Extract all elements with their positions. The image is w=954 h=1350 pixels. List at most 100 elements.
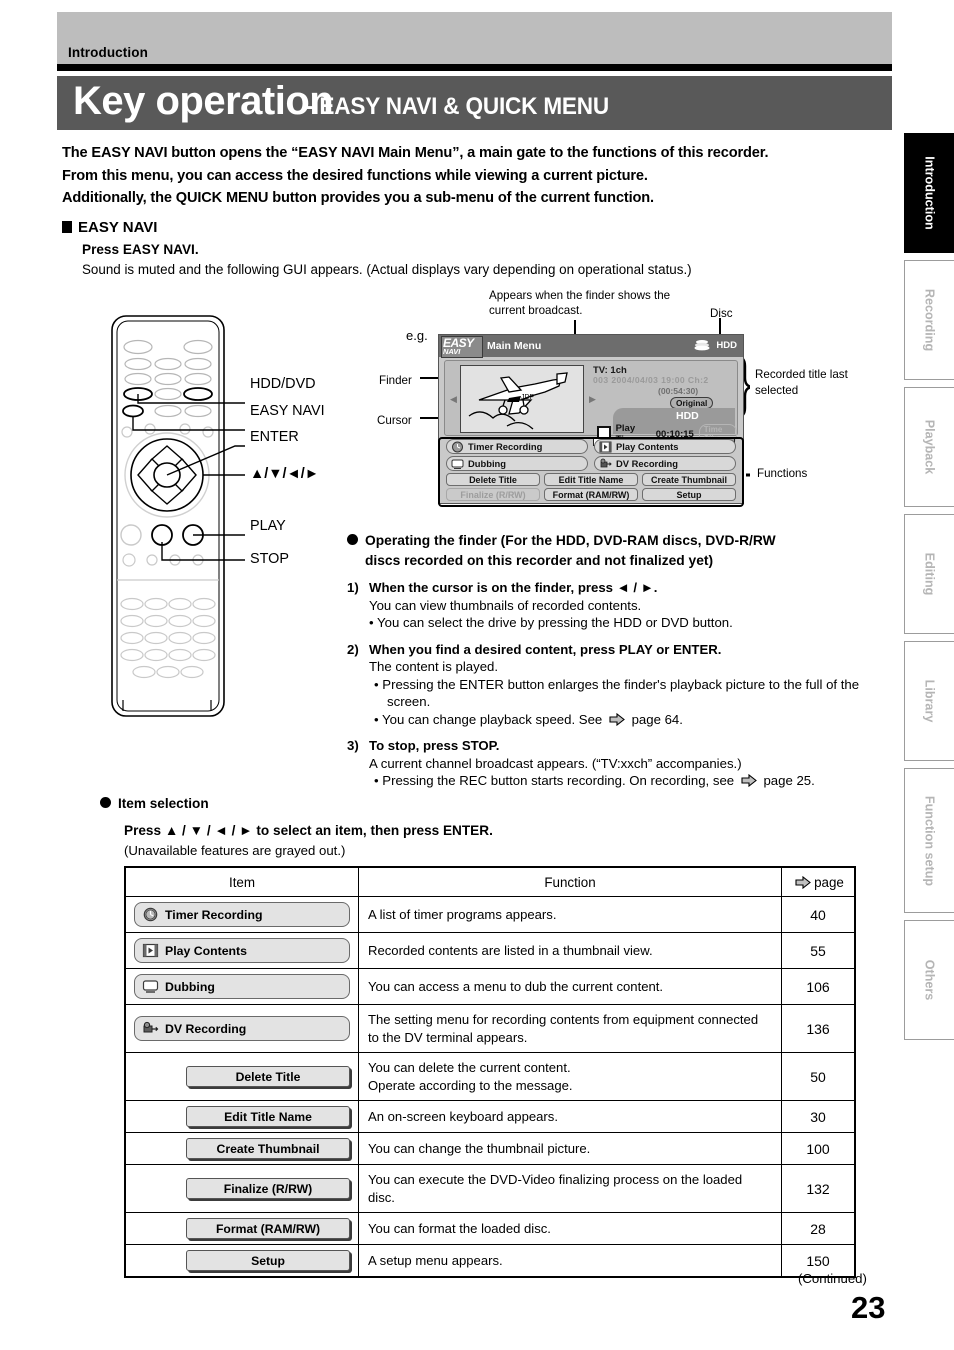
step-3-number: 3) <box>347 738 359 753</box>
item-selection-press: Press ▲ / ▼ / ◄ / ► to select an item, t… <box>124 823 493 838</box>
gui-btn-setup[interactable]: Setup <box>642 488 736 501</box>
callout-appears-when-finder: Appears when the finder shows the curren… <box>489 289 671 317</box>
sidebar-item-recording[interactable]: Recording <box>904 260 954 380</box>
gui-btn-play-contents[interactable]: Play Contents <box>594 439 736 454</box>
item-button-label: Create Thumbnail <box>216 1141 320 1156</box>
callout-recorded-title: Recorded title last selected <box>755 368 848 397</box>
sidebar-item-library[interactable]: Library <box>904 641 954 761</box>
gui-title-bar: EASY NAVI Main Menu HDD <box>439 335 743 358</box>
intro-line-2: From this menu, you can access the desir… <box>62 167 648 184</box>
page-number: 23 <box>851 1290 886 1325</box>
item-button-delete-title[interactable]: Delete Title <box>186 1066 350 1087</box>
sidebar-item-editing[interactable]: Editing <box>904 514 954 634</box>
row-page-cell: 28 <box>781 1212 856 1245</box>
gui-btn-label: Edit Title Name <box>558 474 624 485</box>
svg-text:JDP: JDP <box>521 394 535 401</box>
row-page-cell: 50 <box>781 1052 856 1101</box>
sidebar-item-function-setup[interactable]: Function setup <box>904 768 954 913</box>
row-function-cell: You can execute the DVD-Video finalizing… <box>358 1164 782 1213</box>
sidebar-item-introduction[interactable]: Introduction <box>904 133 954 253</box>
table-row: Delete Title You can delete the current … <box>124 1052 856 1101</box>
row-page-cell: 30 <box>781 1100 856 1133</box>
remote-label-play: PLAY <box>250 518 286 534</box>
gui-btn-finalize: Finalize (R/RW) <box>446 488 540 501</box>
gui-btn-format[interactable]: Format (RAM/RW) <box>544 488 638 501</box>
col-header-function: Function <box>358 866 782 897</box>
gui-btn-timer-recording[interactable]: Timer Recording <box>446 439 588 454</box>
gui-btn-label: Finalize (R/RW) <box>460 489 526 500</box>
step-3-sub-1: • Pressing the REC button starts recordi… <box>374 773 735 788</box>
dv-camera-icon <box>600 458 612 467</box>
row-page-cell: 106 <box>781 968 856 1005</box>
page-arrow-icon <box>741 774 757 787</box>
table-row: Format (RAM/RW) You can format the loade… <box>124 1212 856 1245</box>
row-item-cell: Edit Title Name <box>124 1100 359 1133</box>
row-function-cell: A setup menu appears. <box>358 1244 782 1278</box>
item-button-format[interactable]: Format (RAM/RW) <box>186 1218 350 1239</box>
sidebar-item-label: Introduction <box>922 156 937 230</box>
step-2-page-ref: page 64. <box>631 711 683 727</box>
easy-navi-heading: EASY NAVI <box>62 219 157 236</box>
row-function-cell: A list of timer programs appears. <box>358 896 782 933</box>
item-button-timer-recording[interactable]: Timer Recording <box>134 902 350 927</box>
sidebar-item-label: Others <box>922 959 937 1001</box>
step-2-sub-2: • You can change playback speed. See <box>374 711 603 727</box>
sidebar-item-label: Library <box>922 679 937 723</box>
item-button-dv-recording[interactable]: DV Recording <box>134 1016 350 1041</box>
row-page-cell: 40 <box>781 896 856 933</box>
table-row: Play Contents Recorded contents are list… <box>124 932 856 969</box>
step-2-number: 2) <box>347 641 359 657</box>
item-button-dubbing[interactable]: Dubbing <box>134 974 350 999</box>
gui-btn-label: Setup <box>676 489 702 500</box>
callout-functions: Functions <box>757 467 808 480</box>
gui-btn-dubbing[interactable]: Dubbing <box>446 456 588 471</box>
step-2-body: The content is played. <box>369 659 499 674</box>
row-function-cell: You can change the thumbnail picture. <box>358 1132 782 1165</box>
gui-btn-delete-title[interactable]: Delete Title <box>446 473 540 486</box>
side-tab-rail: Introduction Recording Playback Editing … <box>904 133 954 1047</box>
title-duration: (00:54:30) <box>658 386 699 396</box>
gui-btn-label: Play Contents <box>616 441 679 452</box>
film-icon <box>599 441 612 452</box>
item-button-setup[interactable]: Setup <box>186 1250 350 1271</box>
round-bullet-icon <box>347 534 358 545</box>
finder-next-arrow-icon[interactable]: ▶ <box>589 394 596 405</box>
item-selection-note: (Unavailable features are grayed out.) <box>124 843 346 858</box>
step-1-number: 1) <box>347 580 359 595</box>
step-1-sub-1: • You can select the drive by pressing t… <box>369 615 733 630</box>
row-item-cell: Finalize (R/RW) <box>124 1164 359 1213</box>
step-3-body: A current channel broadcast appears. (“T… <box>369 755 742 771</box>
gui-btn-create-thumbnail[interactable]: Create Thumbnail <box>642 473 736 486</box>
item-button-play-contents[interactable]: Play Contents <box>134 938 350 963</box>
item-button-create-thumbnail[interactable]: Create Thumbnail <box>186 1138 350 1159</box>
continued-label: (Continued) <box>798 1271 867 1286</box>
finder-prev-arrow-icon[interactable]: ◀ <box>450 394 457 405</box>
table-header-row: Item Function page <box>124 866 856 897</box>
gui-btn-dv-recording[interactable]: DV Recording <box>594 456 736 471</box>
col-header-page: page <box>781 866 856 897</box>
gui-btn-edit-title-name[interactable]: Edit Title Name <box>544 473 638 486</box>
row-page-cell: 136 <box>781 1004 856 1053</box>
row-item-cell: Delete Title <box>124 1052 359 1101</box>
finder-thumbnail[interactable]: JDP <box>460 365 584 433</box>
table-row: Finalize (R/RW) You can execute the DVD-… <box>124 1164 856 1213</box>
table-row: Timer Recording A list of timer programs… <box>124 896 856 933</box>
step-3-sub-1-wrap: • Pressing the REC button starts recordi… <box>347 772 897 790</box>
item-button-finalize[interactable]: Finalize (R/RW) <box>186 1178 350 1199</box>
operating-finder-heading-l2: discs recorded on this recorder and not … <box>365 552 714 568</box>
clock-icon <box>452 441 463 452</box>
gui-drive-label: HDD <box>716 340 737 351</box>
logo-line-2: NAVI <box>443 347 461 356</box>
step-2-title: When you find a desired content, press P… <box>369 641 722 657</box>
page-title: Key operation <box>73 79 334 123</box>
operating-finder-heading-l1: Operating the finder (For the HDD, DVD-R… <box>365 533 776 548</box>
item-button-edit-title-name[interactable]: Edit Title Name <box>186 1106 350 1127</box>
round-bullet-icon <box>100 797 111 808</box>
sidebar-item-others[interactable]: Others <box>904 920 954 1040</box>
table-row: Create Thumbnail You can change the thum… <box>124 1132 856 1165</box>
intro-paragraph: The EASY NAVI button opens the “EASY NAV… <box>62 142 892 210</box>
gui-info-panel: ◀ JDP ▶ TV: 1ch 003 2004/04/03 19:00 Ch:… <box>444 360 738 446</box>
gui-function-buttons: Timer Recording Play Contents Dubbing DV… <box>444 439 738 501</box>
sidebar-item-playback[interactable]: Playback <box>904 387 954 507</box>
row-function-cell: The setting menu for recording contents … <box>358 1004 782 1053</box>
